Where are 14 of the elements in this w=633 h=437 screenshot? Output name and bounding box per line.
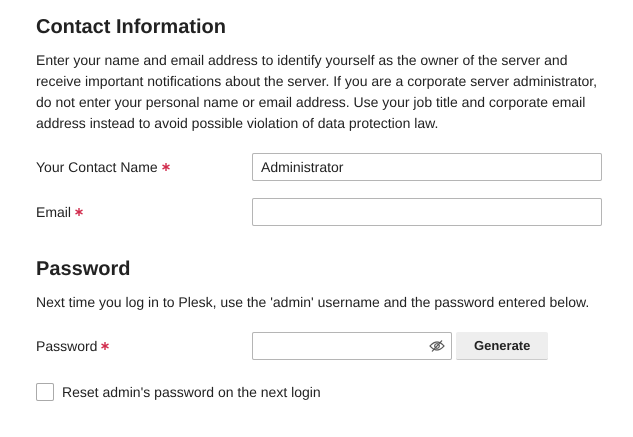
checkbox[interactable]	[36, 383, 54, 401]
field-label: Email	[36, 204, 72, 220]
checkbox-label[interactable]: Reset admin's password on the next login	[62, 384, 321, 400]
section-description: Enter your name and email address to identify yourself as the owner of the server and receive important notifications about the server. If you are a corporate server administrator, do not enter your personal name or email address. Use your job title and corporate email address instead to avoid possible violation of data protection law.	[36, 51, 598, 133]
text-field[interactable]	[252, 198, 602, 226]
section-heading: Password	[36, 257, 132, 282]
section-heading: Contact Information	[36, 15, 227, 40]
hidden-eye-icon[interactable]	[429, 340, 445, 352]
password-field[interactable]	[252, 332, 452, 360]
generate-button[interactable]: Generate	[456, 332, 548, 360]
text-field[interactable]: Administrator	[252, 153, 602, 181]
field-label: Password	[36, 338, 98, 354]
section-description: Next time you log in to Plesk, use the 'admin' username and the password entered below.	[36, 293, 590, 312]
field-label: Your Contact Name	[36, 159, 158, 175]
